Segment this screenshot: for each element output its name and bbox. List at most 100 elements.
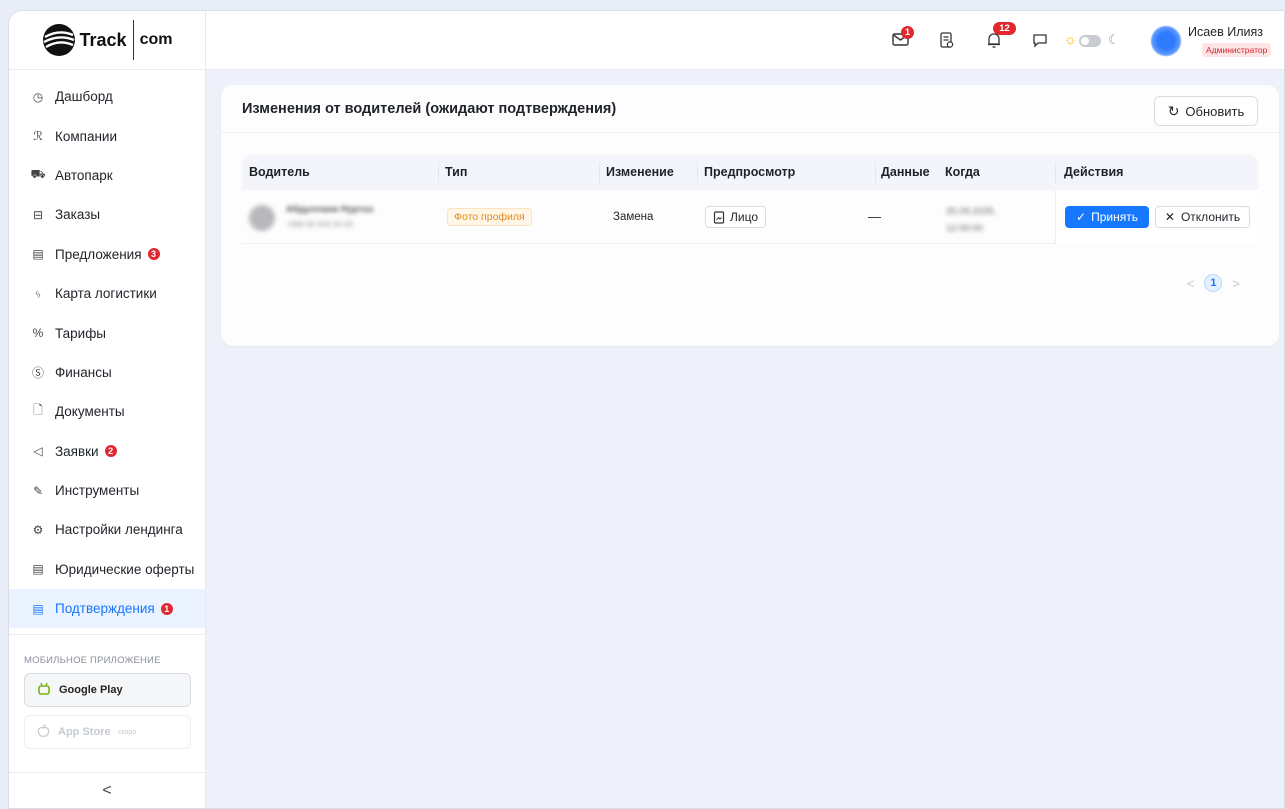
apple-icon bbox=[37, 724, 50, 741]
sidebar-item-label: Предложения bbox=[55, 246, 142, 262]
column-separator bbox=[438, 162, 439, 183]
reject-button[interactable]: ✕ Отклонить bbox=[1155, 206, 1250, 228]
column-header-driver[interactable]: Водитель bbox=[249, 165, 310, 179]
preview-label: Лицо bbox=[730, 210, 758, 224]
accept-button[interactable]: ✓ Принять bbox=[1065, 206, 1149, 228]
sidebar-nav: ◷ Дашборд ℛ Компании ⛟ Автопарк ⊟ Заказы ▤ Пр… bbox=[9, 70, 205, 629]
route-icon: ᛃ bbox=[34, 286, 42, 301]
column-separator bbox=[697, 162, 698, 183]
sidebar-item-label: Заказы bbox=[55, 207, 101, 223]
sidebar-item-logistics-map[interactable]: ᛃ Карта логистики bbox=[9, 274, 205, 313]
sidebar: Track com ◷ Дашборд ℛ Компании ⛟ Автопарк ⊟… bbox=[9, 11, 206, 808]
dashboard-icon: ◷ bbox=[32, 89, 44, 104]
reject-label: Отклонить bbox=[1180, 210, 1241, 224]
column-header-change[interactable]: Изменение bbox=[606, 165, 674, 179]
column-header-data[interactable]: Данные bbox=[881, 165, 930, 179]
sidebar-item-orders[interactable]: ⊟ Заказы bbox=[9, 195, 205, 234]
chat-icon bbox=[1033, 34, 1047, 48]
app-store-button[interactable]: App Store · скоро bbox=[24, 715, 191, 750]
app-window: Track com ◷ Дашборд ℛ Компании ⛟ Автопарк ⊟… bbox=[8, 10, 1285, 809]
column-header-type[interactable]: Тип bbox=[445, 165, 467, 179]
sidebar-item-label: Инструменты bbox=[55, 483, 140, 499]
sidebar-item-label: Документы bbox=[55, 404, 125, 420]
logo[interactable]: Track com bbox=[9, 11, 205, 70]
driver-avatar bbox=[249, 205, 275, 231]
requests-count-badge: 2 bbox=[104, 445, 117, 458]
mobile-app-heading: МОБИЛЬНОЕ ПРИЛОЖЕНИЕ bbox=[24, 655, 161, 667]
actions-cell: ✓ Принять ✕ Отклонить bbox=[1055, 190, 1258, 244]
change-kind: Замена bbox=[613, 211, 654, 223]
sidebar-item-documents[interactable]: 🗋 Документы bbox=[9, 392, 205, 431]
chevron-left-icon[interactable]: < bbox=[1187, 276, 1195, 291]
page-button-current[interactable]: 1 bbox=[1204, 274, 1223, 292]
card-header: Изменения от водителей (ожидают подтверж… bbox=[221, 85, 1279, 133]
sidebar-item-finance[interactable]: Ⓢ Финансы bbox=[9, 353, 205, 392]
sidebar-item-requests[interactable]: ◁ Заявки 2 bbox=[9, 432, 205, 471]
user-role-badge: Администратор bbox=[1202, 43, 1272, 57]
sidebar-item-label: Компании bbox=[55, 128, 118, 144]
sidebar-item-legal-offers[interactable]: ▤ Юридические оферты bbox=[9, 550, 205, 589]
table-header: Водитель Тип Изменение Предпросмотр Данн… bbox=[242, 155, 1258, 190]
notifications-badge: 12 bbox=[993, 22, 1016, 35]
change-type-tag: Фото профиля bbox=[447, 208, 532, 226]
sidebar-item-label: Юридические оферты bbox=[55, 561, 195, 577]
refresh-button[interactable]: ↻ Обновить bbox=[1154, 96, 1258, 126]
app-store-label: App Store bbox=[58, 726, 111, 739]
sidebar-item-tariffs[interactable]: % Тарифы bbox=[9, 313, 205, 352]
preview-button[interactable]: Лицо bbox=[705, 206, 766, 228]
chevron-right-icon[interactable]: > bbox=[1232, 276, 1240, 291]
driver-phone: +998 90 000 00 00 bbox=[286, 220, 353, 229]
theme-toggle[interactable] bbox=[1079, 35, 1101, 47]
sidebar-item-fleet[interactable]: ⛟ Автопарк bbox=[9, 156, 205, 195]
chat-button[interactable] bbox=[1032, 33, 1048, 53]
sidebar-item-label: Настройки лендинга bbox=[55, 522, 183, 538]
column-header-actions: Действия bbox=[1064, 165, 1124, 179]
sidebar-item-companies[interactable]: ℛ Компании bbox=[9, 116, 205, 155]
google-play-button[interactable]: Google Play bbox=[24, 673, 191, 708]
sun-icon: ☼ bbox=[1064, 31, 1077, 47]
moon-icon: ☾ bbox=[1108, 32, 1120, 47]
google-play-label: Google Play bbox=[59, 684, 123, 697]
offers-icon: ▤ bbox=[32, 247, 44, 262]
refresh-icon: ↻ bbox=[1167, 102, 1180, 119]
check-icon: ✓ bbox=[1076, 210, 1087, 224]
logo-text: Track bbox=[79, 29, 127, 50]
documents-button[interactable] bbox=[939, 32, 955, 54]
notifications-button[interactable] bbox=[986, 32, 1002, 54]
mail-badge: 1 bbox=[901, 26, 914, 39]
change-date: 25.09.2025, bbox=[946, 206, 997, 217]
changes-table: Водитель Тип Изменение Предпросмотр Данн… bbox=[242, 155, 1258, 244]
logo-icon bbox=[42, 24, 75, 56]
sidebar-item-landing-settings[interactable]: ⚙ Настройки лендинга bbox=[9, 510, 205, 549]
dollar-icon: Ⓢ bbox=[31, 365, 44, 380]
change-timestamp: 25.09.2025, 12:00:00 bbox=[946, 203, 996, 237]
logo-separator bbox=[132, 20, 134, 60]
avatar[interactable] bbox=[1151, 26, 1181, 56]
sidebar-item-offers[interactable]: ▤ Предложения 3 bbox=[9, 235, 205, 274]
logo-suffix: com bbox=[139, 31, 173, 48]
legal-icon: ▤ bbox=[32, 562, 44, 577]
percent-icon: % bbox=[32, 326, 44, 341]
android-icon bbox=[37, 682, 51, 699]
sidebar-item-dashboard[interactable]: ◷ Дашборд bbox=[9, 77, 205, 116]
document-check-icon bbox=[940, 32, 954, 48]
settings-icon: ⚙ bbox=[32, 522, 44, 537]
sidebar-item-label: Карта логистики bbox=[55, 286, 157, 302]
file-icon: 🗋 bbox=[33, 403, 43, 418]
column-header-when[interactable]: Когда bbox=[945, 165, 980, 179]
users-icon: ℛ bbox=[33, 129, 43, 144]
column-header-preview[interactable]: Предпросмотр bbox=[704, 165, 795, 179]
column-separator bbox=[599, 162, 600, 183]
pending-changes-card: Изменения от водителей (ожидают подтверж… bbox=[221, 85, 1279, 346]
sidebar-item-confirmations[interactable]: ▤ Подтверждения 1 bbox=[9, 589, 205, 629]
sidebar-item-tools[interactable]: ✎ Инструменты bbox=[9, 471, 205, 510]
accept-label: Принять bbox=[1091, 210, 1138, 224]
car-icon: ⛟ bbox=[30, 167, 46, 182]
column-separator bbox=[1055, 162, 1056, 183]
confirmations-count-badge: 1 bbox=[160, 602, 173, 615]
sidebar-item-label: Дашборд bbox=[55, 89, 113, 105]
user-name[interactable]: Исаев Илияз bbox=[1188, 25, 1263, 39]
megaphone-icon: ◁ bbox=[33, 444, 43, 459]
box-icon: ⊟ bbox=[32, 207, 44, 222]
collapse-sidebar-button[interactable]: < bbox=[9, 772, 205, 808]
